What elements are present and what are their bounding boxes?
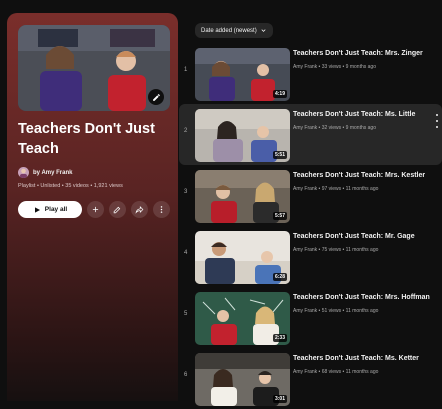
video-row[interactable]: 4 6:28 Teachers Don't Just Teach: Mr. Ga… bbox=[179, 226, 442, 287]
video-thumbnail[interactable]: 4:19 bbox=[195, 48, 290, 101]
video-index: 4 bbox=[184, 250, 188, 256]
playlist-header-panel: Teachers Don't Just Teach by Amy Frank P… bbox=[7, 13, 178, 401]
video-index: 2 bbox=[184, 128, 188, 134]
video-meta: Amy Frank • 97 views • 11 months ago bbox=[293, 186, 379, 192]
video-title[interactable]: Teachers Don't Just Teach: Ms. Little bbox=[293, 111, 415, 118]
video-title[interactable]: Teachers Don't Just Teach: Mr. Gage bbox=[293, 233, 415, 240]
video-meta: Amy Frank • 68 views • 11 months ago bbox=[293, 369, 379, 375]
video-row[interactable]: 2 5:51 Teachers Don't Just Teach: Ms. Li… bbox=[179, 104, 442, 165]
video-title[interactable]: Teachers Don't Just Teach: Ms. Ketter bbox=[293, 355, 419, 362]
chevron-down-icon bbox=[261, 29, 266, 32]
video-thumbnail[interactable]: 5:51 bbox=[195, 109, 290, 162]
play-all-label: Play all bbox=[44, 206, 68, 213]
video-row[interactable]: 6 3:01 Teachers Don't Just Teach: Ms. Ke… bbox=[179, 348, 442, 409]
video-thumbnail[interactable]: 3:01 bbox=[195, 353, 290, 406]
video-index: 3 bbox=[184, 189, 188, 195]
add-to-library-button[interactable] bbox=[87, 201, 104, 218]
playlist-title[interactable]: Teachers Don't Just Teach bbox=[18, 119, 173, 159]
video-index: 5 bbox=[184, 311, 188, 317]
playlist-actions: Play all bbox=[18, 201, 170, 218]
video-row[interactable]: 5 2:33 Teachers Don't Just Teach: Mrs. H… bbox=[179, 287, 442, 348]
edit-icon bbox=[113, 206, 121, 214]
more-options-button[interactable] bbox=[153, 201, 170, 218]
video-meta: Amy Frank • 75 views • 11 months ago bbox=[293, 247, 379, 253]
video-title[interactable]: Teachers Don't Just Teach: Mrs. Zinger bbox=[293, 50, 423, 57]
video-duration: 3:01 bbox=[272, 395, 287, 403]
video-thumbnail[interactable]: 6:28 bbox=[195, 231, 290, 284]
more-vert-icon[interactable] bbox=[434, 114, 440, 128]
pencil-icon bbox=[152, 93, 160, 101]
owner-name[interactable]: by Amy Frank bbox=[33, 170, 72, 176]
sort-label: Date added (newest) bbox=[201, 27, 257, 34]
edit-thumbnail-button[interactable] bbox=[148, 89, 164, 105]
sort-dropdown[interactable]: Date added (newest) bbox=[195, 23, 273, 38]
video-index: 6 bbox=[184, 372, 188, 378]
video-meta: Amy Frank • 32 views • 9 months ago bbox=[293, 125, 376, 131]
video-duration: 5:51 bbox=[272, 151, 287, 159]
video-row[interactable]: 1 4:19 Teachers Don't Just Teach: Mrs. Z… bbox=[179, 43, 442, 104]
video-meta: Amy Frank • 33 views • 9 months ago bbox=[293, 64, 376, 70]
share-icon bbox=[135, 206, 144, 214]
video-thumbnail[interactable]: 2:33 bbox=[195, 292, 290, 345]
add-icon bbox=[92, 206, 99, 213]
video-thumbnail[interactable]: 5:57 bbox=[195, 170, 290, 223]
playlist-owner[interactable]: by Amy Frank bbox=[18, 167, 72, 178]
video-duration: 4:19 bbox=[272, 90, 287, 98]
video-duration: 6:28 bbox=[272, 273, 287, 281]
video-duration: 5:57 bbox=[272, 212, 287, 220]
edit-playlist-button[interactable] bbox=[109, 201, 126, 218]
video-meta: Amy Frank • 51 views • 11 months ago bbox=[293, 308, 379, 314]
video-list: 1 4:19 Teachers Don't Just Teach: Mrs. Z… bbox=[179, 43, 442, 409]
play-icon bbox=[34, 206, 40, 213]
video-title[interactable]: Teachers Don't Just Teach: Mrs. Hoffman bbox=[293, 294, 430, 301]
video-row[interactable]: 3 5:57 Teachers Don't Just Teach: Mrs. K… bbox=[179, 165, 442, 226]
playlist-meta: Playlist • Unlisted • 35 videos • 1,921 … bbox=[18, 183, 123, 189]
video-index: 1 bbox=[184, 67, 188, 73]
share-button[interactable] bbox=[131, 201, 148, 218]
playlist-cover-thumbnail[interactable] bbox=[18, 25, 170, 111]
owner-avatar bbox=[18, 167, 29, 178]
video-title[interactable]: Teachers Don't Just Teach: Mrs. Kestler bbox=[293, 172, 425, 179]
play-all-button[interactable]: Play all bbox=[18, 201, 82, 218]
more-vert-icon bbox=[160, 206, 163, 213]
video-duration: 2:33 bbox=[272, 334, 287, 342]
